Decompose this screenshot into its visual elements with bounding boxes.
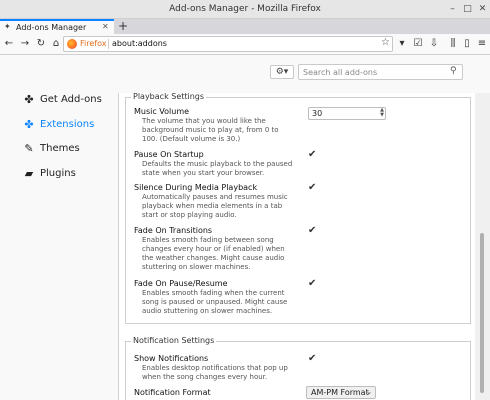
- tools-gear-button[interactable]: ⚙▾: [270, 65, 294, 79]
- plugin-icon: ▰: [24, 167, 34, 180]
- library-icon[interactable]: ⫼: [446, 37, 460, 51]
- url-bar[interactable]: Firefox about:addons ☆: [63, 36, 393, 52]
- pause-on-startup-checkbox[interactable]: ✔: [308, 150, 318, 160]
- maximize-icon[interactable]: □: [461, 3, 474, 16]
- sidebar-item-extensions[interactable]: ✤ Extensions: [22, 118, 117, 134]
- brush-icon: ✎: [24, 142, 34, 155]
- search-box[interactable]: ⚲: [298, 64, 463, 80]
- option-notification-format: Notification Format AM-PM Format ⌄: [134, 386, 464, 399]
- bookmark-star-icon[interactable]: ☆: [381, 37, 390, 48]
- option-description: Defaults the music playback to the pause…: [142, 160, 293, 177]
- sidebar-item-label: Plugins: [40, 168, 76, 179]
- option-silence-media: Silence During Media Playback Automatica…: [134, 183, 464, 220]
- sidebar-toggle-icon[interactable]: ▯: [460, 37, 474, 51]
- options-panel: Playback Settings Music Volume The volum…: [118, 93, 475, 400]
- window-titlebar: Add-ons Manager - Mozilla Firefox – □ ✕: [0, 0, 490, 19]
- sidebar-item-themes[interactable]: ✎ Themes: [22, 142, 117, 158]
- addons-content: ⚙▾ ⚲ ✤ Get Add-ons ✤ Extensions ✎ Themes…: [0, 55, 490, 400]
- vertical-scrollbar[interactable]: [475, 93, 490, 400]
- sidebar-item-label: Themes: [40, 143, 80, 154]
- tab-bar: ✦ Add-ons Manager ✕ +: [0, 19, 490, 34]
- option-show-notifications: Show Notifications Enables desktop notif…: [134, 354, 464, 382]
- silence-media-checkbox[interactable]: ✔: [308, 183, 318, 193]
- group-legend: Notification Settings: [131, 336, 217, 345]
- option-description: Enables desktop notifications that pop u…: [142, 364, 288, 381]
- tab-label: Add-ons Manager: [16, 23, 87, 32]
- option-pause-on-startup: Pause On Startup Defaults the music play…: [134, 150, 464, 178]
- option-fade-pause-resume: Fade On Pause/Resume Enables smooth fadi…: [134, 279, 464, 316]
- sidebar-item-get-addons[interactable]: ✤ Get Add-ons: [22, 93, 117, 109]
- extension-icon[interactable]: ▾: [395, 37, 409, 51]
- sidebar-item-plugins[interactable]: ▰ Plugins: [22, 167, 117, 183]
- fade-pause-resume-checkbox[interactable]: ✔: [308, 279, 318, 289]
- sidebar-item-label: Get Add-ons: [40, 94, 102, 105]
- group-legend: Playback Settings: [131, 93, 207, 101]
- close-tab-icon[interactable]: ✕: [102, 22, 109, 31]
- option-title: Music Volume: [134, 107, 190, 116]
- option-title: Fade On Transitions: [134, 226, 213, 235]
- home-icon[interactable]: ⌂: [49, 37, 63, 51]
- firefox-logo-icon: [67, 39, 77, 49]
- volume-value: 30: [312, 109, 323, 118]
- option-title: Notification Format: [134, 388, 211, 397]
- option-title: Show Notifications: [134, 354, 209, 363]
- notification-format-select[interactable]: AM-PM Format ⌄: [306, 386, 376, 399]
- download-icon[interactable]: ⇩: [427, 37, 441, 51]
- search-input[interactable]: [303, 66, 443, 78]
- window-title: Add-ons Manager - Mozilla Firefox: [169, 4, 321, 14]
- reload-icon[interactable]: ↻: [34, 37, 48, 51]
- navigation-bar: ← → ↻ ⌂ Firefox about:addons ☆ ▾ ☑ ⇩ ⫼ ▯…: [0, 34, 490, 55]
- close-window-icon[interactable]: ✕: [476, 3, 489, 16]
- url-separator: [108, 39, 109, 49]
- option-title: Pause On Startup: [134, 150, 204, 159]
- option-title: Silence During Media Playback: [134, 183, 258, 192]
- chevron-down-icon: ⌄: [366, 388, 372, 396]
- option-fade-transitions: Fade On Transitions Enables smooth fadin…: [134, 226, 464, 272]
- tab-addons-manager[interactable]: ✦ Add-ons Manager ✕: [0, 19, 114, 34]
- fade-transitions-checkbox[interactable]: ✔: [308, 226, 318, 236]
- menu-icon[interactable]: ≡: [475, 37, 489, 51]
- dropdown-value: AM-PM Format: [311, 388, 369, 397]
- volume-number-input[interactable]: 30 ▲ ▼: [308, 107, 386, 120]
- identity-label: Firefox: [80, 39, 107, 48]
- puzzle-icon: ✤: [24, 93, 34, 106]
- back-icon[interactable]: ←: [2, 37, 16, 51]
- option-description: Automatically pauses and resumes music p…: [142, 193, 288, 219]
- option-description: Enables smooth fading when the current s…: [142, 289, 288, 315]
- option-description: The volume that you would like the backg…: [142, 117, 279, 143]
- search-icon[interactable]: ⚲: [450, 66, 457, 76]
- checkbox-extension-icon[interactable]: ☑: [411, 37, 425, 51]
- playback-settings-group: Playback Settings Music Volume The volum…: [125, 93, 471, 324]
- scrollbar-thumb[interactable]: [480, 233, 484, 393]
- new-tab-button[interactable]: +: [118, 19, 128, 33]
- puzzle-icon: ✦: [4, 22, 11, 31]
- minimize-icon[interactable]: –: [446, 3, 459, 16]
- option-description: Enables smooth fading between song chang…: [142, 236, 285, 271]
- spinner-arrows-icon[interactable]: ▲ ▼: [380, 108, 384, 118]
- option-title: Fade On Pause/Resume: [134, 279, 228, 288]
- notification-settings-group: Notification Settings Show Notifications…: [125, 336, 471, 400]
- sidebar-item-label: Extensions: [40, 119, 95, 130]
- show-notifications-checkbox[interactable]: ✔: [308, 354, 318, 364]
- puzzle-icon: ✤: [24, 118, 34, 131]
- forward-icon[interactable]: →: [18, 37, 32, 51]
- option-music-volume: Music Volume The volume that you would l…: [134, 107, 464, 144]
- url-text[interactable]: about:addons: [112, 39, 167, 48]
